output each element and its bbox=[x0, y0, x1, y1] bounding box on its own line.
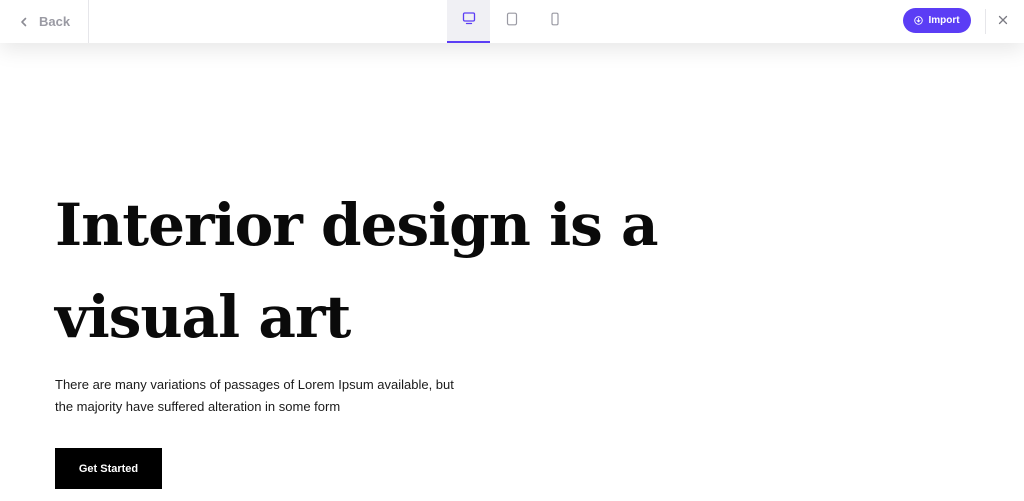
get-started-button[interactable]: Get Started bbox=[55, 448, 162, 489]
hero-subtext: There are many variations of passages of… bbox=[55, 377, 454, 414]
chevron-left-icon bbox=[19, 17, 29, 27]
toolbar-divider bbox=[985, 9, 986, 34]
close-icon bbox=[998, 12, 1008, 30]
device-tablet-button[interactable] bbox=[490, 0, 533, 43]
import-label: Import bbox=[928, 15, 960, 26]
device-mobile-button[interactable] bbox=[533, 0, 576, 43]
tablet-icon bbox=[505, 12, 519, 31]
preview-toolbar: Back Import bbox=[0, 0, 1024, 43]
back-label: Back bbox=[39, 14, 71, 29]
back-button[interactable]: Back bbox=[0, 0, 89, 43]
desktop-monitor-icon bbox=[462, 11, 476, 30]
device-desktop-button[interactable] bbox=[447, 0, 490, 43]
hero-headline: Interior design is a visual art bbox=[55, 191, 659, 351]
preview-canvas: Interior design is a visual art There ar… bbox=[0, 43, 1024, 501]
import-button[interactable]: Import bbox=[903, 8, 971, 33]
device-switcher bbox=[447, 0, 576, 43]
close-button[interactable] bbox=[993, 11, 1013, 31]
mobile-phone-icon bbox=[548, 12, 562, 31]
download-circle-icon bbox=[914, 16, 924, 25]
